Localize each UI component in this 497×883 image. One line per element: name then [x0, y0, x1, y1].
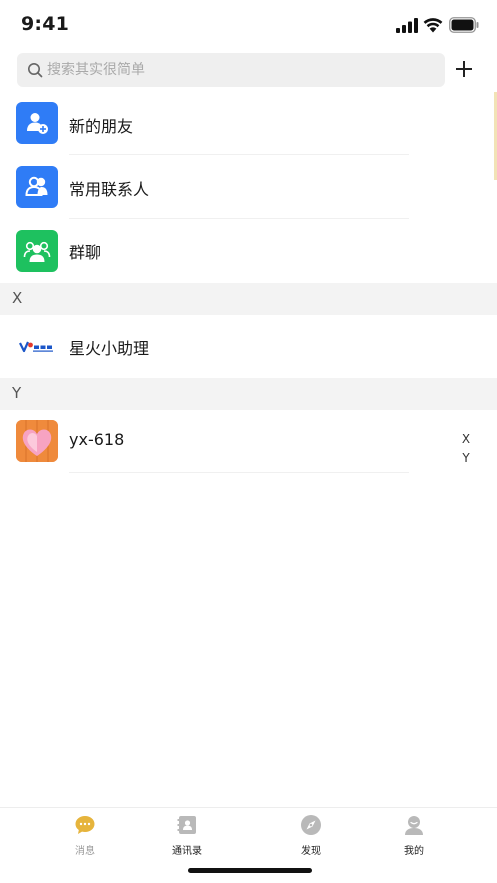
add-friend-icon [16, 102, 58, 144]
tab-profile[interactable]: 我的 [384, 814, 444, 862]
contact-name: 星火小助理 [69, 339, 150, 358]
status-bar: 9:41 [0, 0, 497, 50]
tab-contacts[interactable]: 通讯录 [157, 814, 217, 862]
search-bar[interactable] [17, 53, 445, 87]
tab-label: 发现 [301, 846, 321, 857]
contact-row[interactable]: yx-618 [0, 410, 497, 473]
alpha-index-letter[interactable]: Y [458, 451, 474, 470]
tab-label: 消息 [75, 846, 95, 857]
row-divider [69, 472, 409, 473]
xinghuo-logo [16, 326, 58, 368]
cellular-signal-icon [396, 18, 418, 33]
battery-icon [449, 17, 479, 33]
heart-avatar [16, 420, 58, 462]
message-icon [75, 816, 95, 834]
entry-group-chat[interactable]: 群聊 [0, 219, 497, 282]
profile-icon [405, 816, 423, 835]
contact-row[interactable]: 星火小助理 [0, 315, 497, 378]
section-header-x: X [0, 283, 497, 315]
contacts-screen: 9:41 搜索其实很简单 新的朋友 常用联系人 群聊 X 星火小助理 Y yx-… [0, 0, 497, 883]
entry-new-friends[interactable]: 新的朋友 [0, 92, 497, 155]
contacts-icon [16, 166, 58, 208]
contact-name: yx-618 [69, 430, 125, 449]
wifi-icon [423, 18, 443, 33]
entry-label: 群聊 [69, 243, 102, 262]
search-icon [28, 63, 43, 78]
section-letter: Y [12, 384, 22, 402]
tab-label: 我的 [404, 846, 424, 857]
section-header-y: Y [0, 378, 497, 410]
entry-label: 常用联系人 [69, 180, 150, 199]
search-input[interactable] [47, 53, 437, 87]
alpha-index-letter[interactable]: X [458, 432, 474, 451]
contacts-book-icon [177, 816, 196, 834]
entry-label: 新的朋友 [69, 117, 134, 136]
home-indicator [188, 868, 312, 873]
section-letter: X [12, 289, 23, 307]
compass-icon [301, 815, 321, 835]
tab-messages[interactable]: 消息 [55, 814, 115, 862]
tab-label: 通讯录 [172, 846, 202, 857]
alphabet-index: X Y [458, 432, 474, 470]
entry-frequent-contacts[interactable]: 常用联系人 [0, 155, 497, 219]
status-time: 9:41 [21, 13, 70, 35]
tab-discover[interactable]: 发现 [281, 814, 341, 862]
group-chat-icon [16, 230, 58, 272]
add-icon[interactable] [452, 57, 476, 81]
